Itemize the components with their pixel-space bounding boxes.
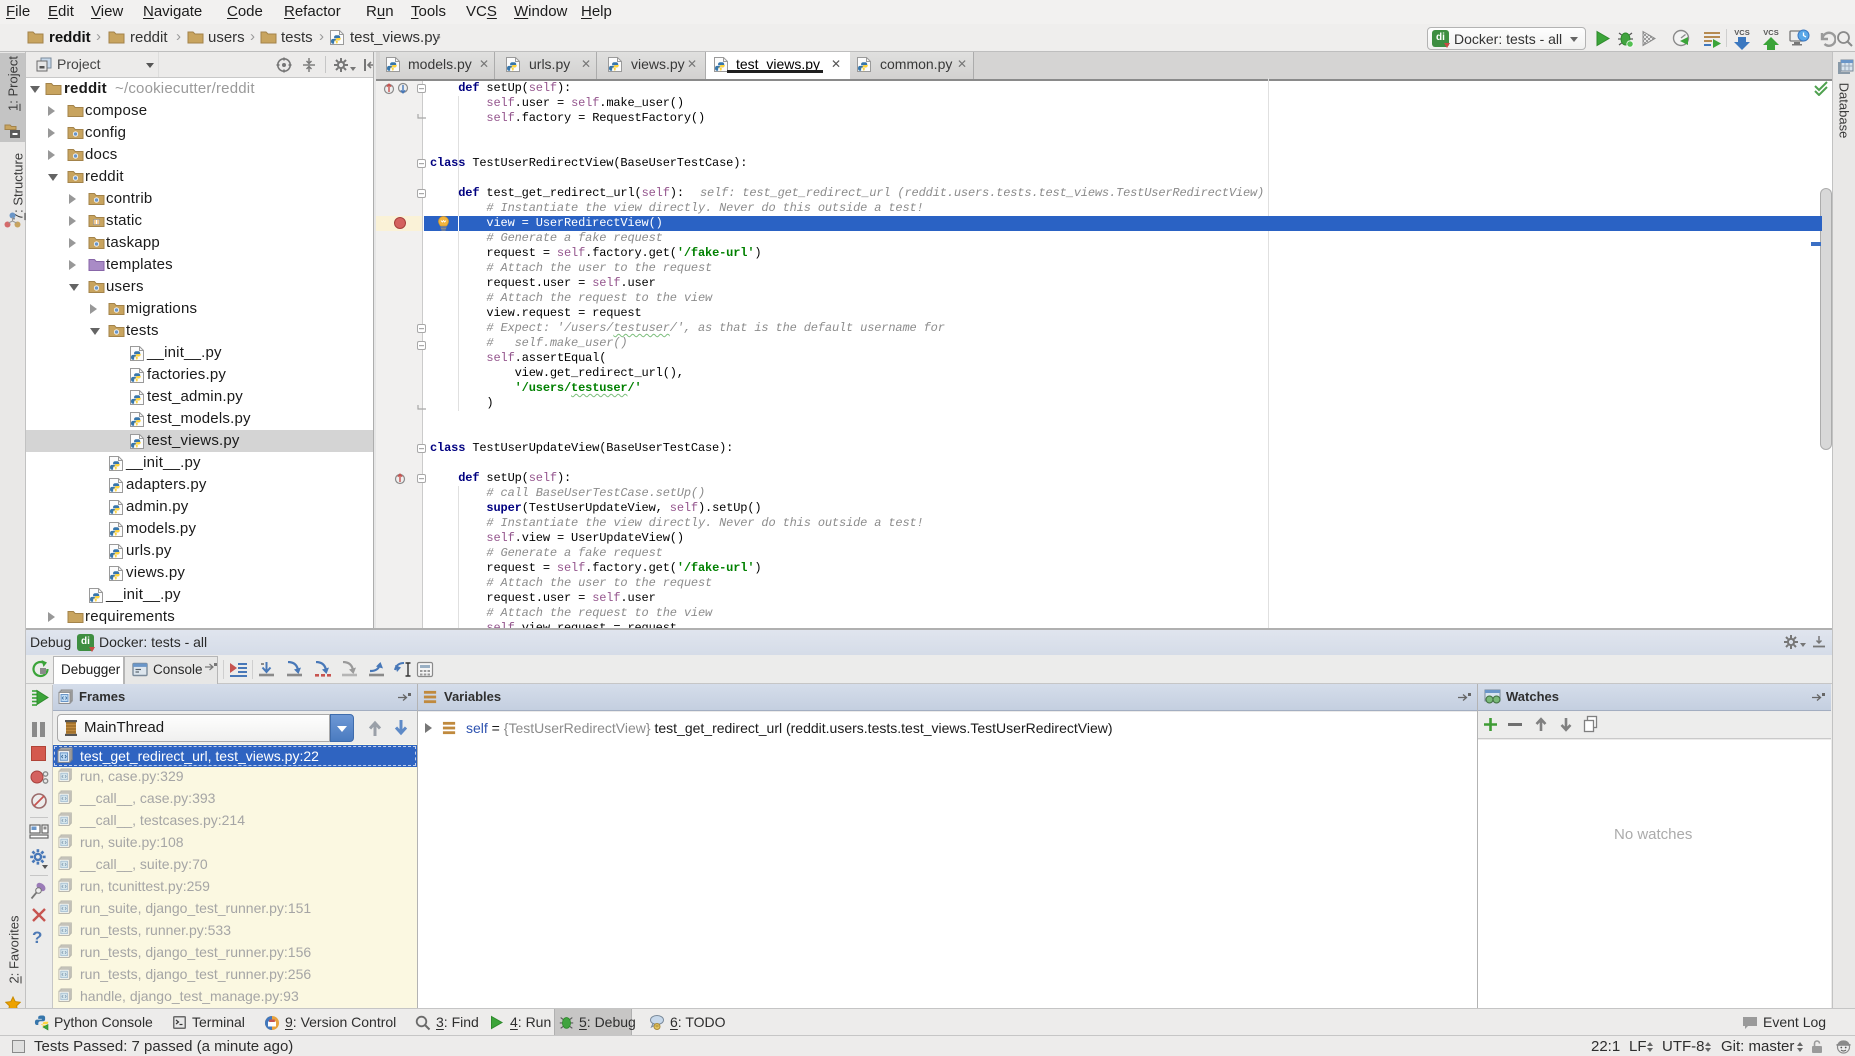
svg-text:VCS: VCS [1763,28,1778,37]
svg-text:VCS: VCS [1734,28,1749,37]
